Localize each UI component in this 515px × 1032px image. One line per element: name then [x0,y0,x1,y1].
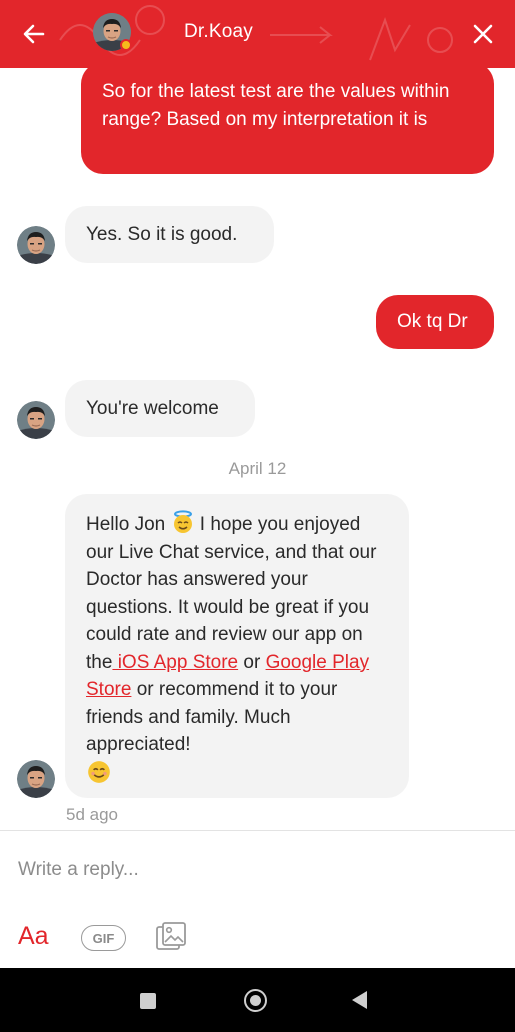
header-doodle-pattern [59,5,453,61]
date-separator: April 12 [228,459,287,478]
home-circle-icon[interactable] [244,989,267,1012]
image-icon[interactable] [155,921,188,954]
outgoing-message: Ok tq Dr [376,295,494,349]
back-triangle-icon[interactable] [352,991,367,1009]
smiling-face-icon [88,760,110,783]
system-navigation-bar [0,968,515,1032]
close-icon [473,24,493,44]
gif-button[interactable]: GIF [81,925,126,951]
message-text: Hello Jon [86,514,166,535]
message-text: or [238,651,266,673]
composer-divider [0,830,515,831]
reply-input[interactable] [0,845,515,895]
incoming-message: Yes. So it is good. [65,206,274,263]
status-badge [120,39,132,51]
arrow-left-icon [23,24,45,44]
chat-header: Dr.Koay [0,0,515,68]
close-button[interactable] [463,14,503,54]
outgoing-message: So for the latest test are the values wi… [81,68,494,174]
avatar [17,401,55,439]
back-button[interactable] [14,14,54,54]
smiling-face-with-halo-icon [173,510,192,533]
incoming-message: You're welcome [65,380,255,437]
recents-square-icon[interactable] [140,993,156,1009]
avatar [17,760,55,798]
chat-title: Dr.Koay [184,21,253,42]
ios-app-store-link[interactable]: iOS App Store [112,652,238,673]
message-timestamp: 5d ago [66,805,118,824]
avatar [17,226,55,264]
incoming-message: Hello Jon I hope you enjoyed our Live Ch… [65,494,409,798]
message-list[interactable]: So for the latest test are the values wi… [0,68,515,830]
message-text: I hope you enjoyed our Live Chat service… [86,514,377,673]
text-format-button[interactable]: Aa [18,922,49,951]
